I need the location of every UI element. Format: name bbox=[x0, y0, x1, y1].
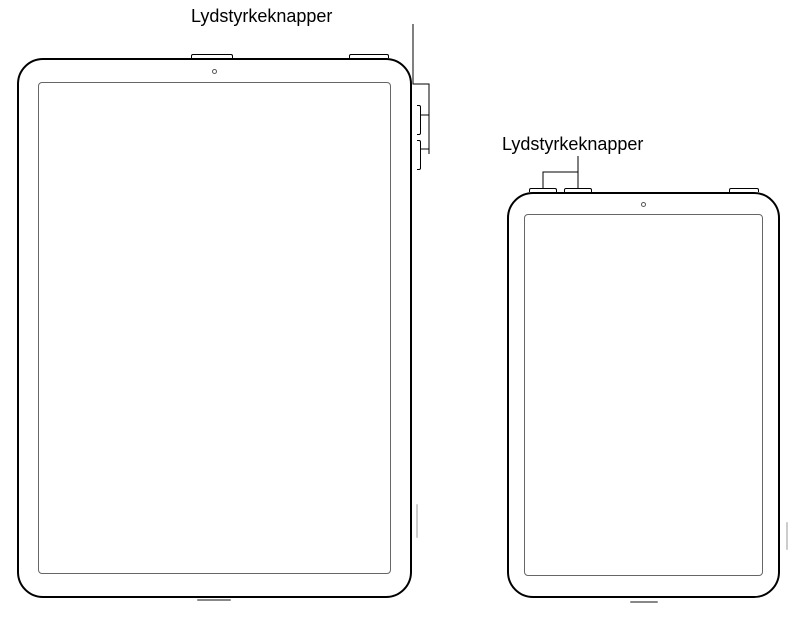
volume-label-large: Lydstyrkeknapper bbox=[191, 6, 332, 27]
ipad-small-device bbox=[507, 192, 787, 602]
front-camera bbox=[641, 202, 646, 207]
volume-up-button bbox=[417, 105, 421, 135]
device-screen bbox=[38, 82, 391, 574]
ipad-large-device bbox=[17, 58, 417, 600]
volume-label-small: Lydstyrkeknapper bbox=[502, 134, 643, 155]
bottom-port bbox=[197, 599, 231, 601]
side-connector bbox=[416, 504, 418, 538]
volume-down-button bbox=[417, 140, 421, 170]
side-connector bbox=[786, 522, 788, 550]
front-camera bbox=[212, 69, 217, 74]
device-screen bbox=[524, 214, 763, 576]
bottom-port bbox=[630, 601, 658, 603]
